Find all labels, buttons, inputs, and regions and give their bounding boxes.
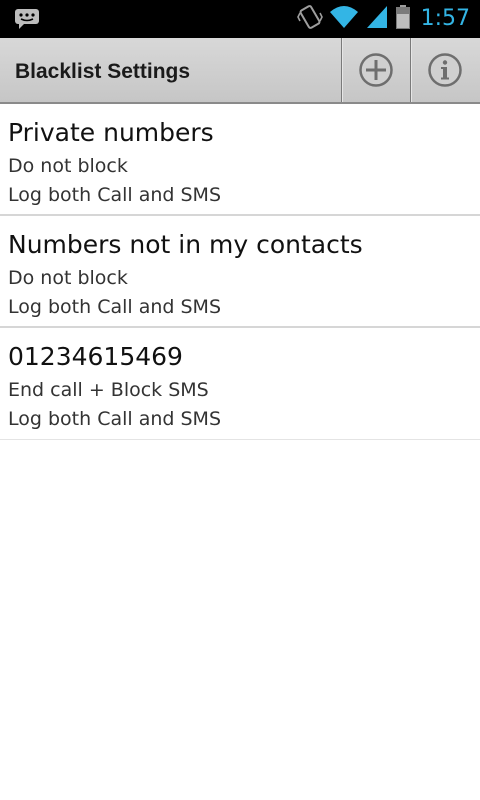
status-bar: 1:57 — [0, 0, 480, 38]
battery-icon — [395, 4, 411, 34]
vibrate-icon — [296, 4, 323, 34]
list-item-phone-number[interactable]: 01234615469 End call + Block SMS Log bot… — [0, 328, 480, 440]
action-bar: Blacklist Settings — [0, 38, 480, 104]
clock: 1:57 — [420, 6, 470, 31]
rule-log: Log both Call and SMS — [8, 184, 221, 206]
add-circle-icon — [359, 53, 393, 87]
rule-action: Do not block — [8, 155, 128, 177]
rule-action: End call + Block SMS — [8, 379, 209, 401]
status-icons: 1:57 — [296, 4, 470, 34]
sms-notification-icon[interactable] — [14, 8, 40, 30]
rule-name: Numbers not in my contacts — [8, 230, 363, 259]
signal-icon — [365, 4, 389, 34]
list-item-numbers-not-in-contacts[interactable]: Numbers not in my contacts Do not block … — [0, 216, 480, 328]
rule-action: Do not block — [8, 267, 128, 289]
list-item-private-numbers[interactable]: Private numbers Do not block Log both Ca… — [0, 104, 480, 216]
rule-name: 01234615469 — [8, 342, 183, 371]
rule-log: Log both Call and SMS — [8, 408, 221, 430]
info-button[interactable] — [410, 38, 479, 102]
wifi-icon — [329, 4, 359, 34]
add-button[interactable] — [341, 38, 410, 102]
rule-name: Private numbers — [8, 118, 214, 147]
blacklist-rules-list: Private numbers Do not block Log both Ca… — [0, 104, 480, 440]
info-circle-icon — [428, 53, 462, 87]
page-title: Blacklist Settings — [15, 60, 191, 83]
rule-log: Log both Call and SMS — [8, 296, 221, 318]
